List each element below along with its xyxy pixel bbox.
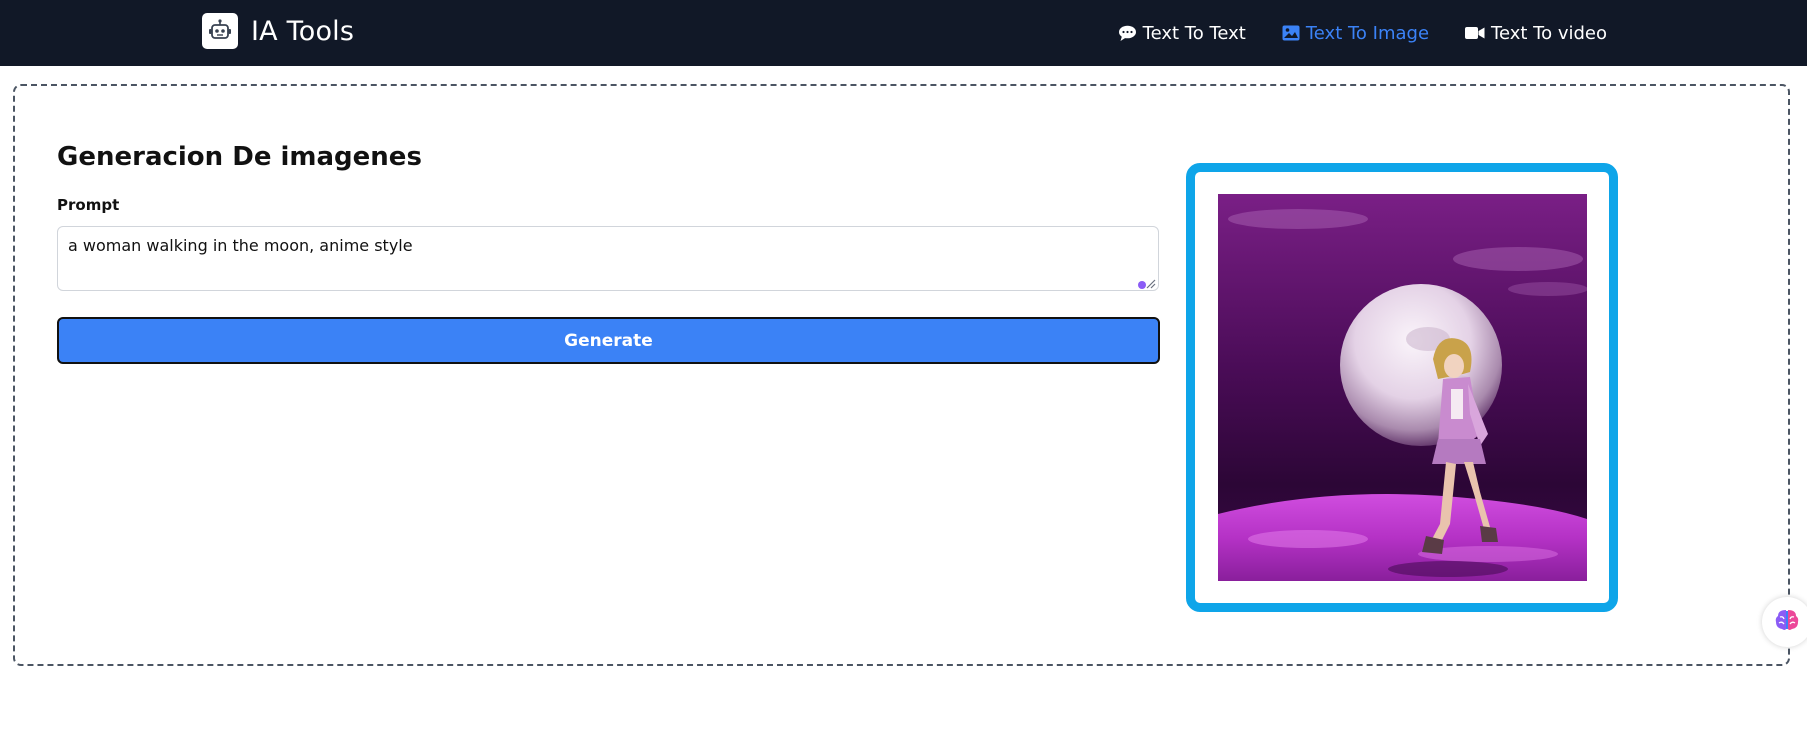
generated-image [1218,194,1587,581]
page-title: Generacion De imagenes [57,142,422,172]
brand-title: IA Tools [251,15,355,47]
brand[interactable]: IA Tools [202,12,354,50]
assistant-fab[interactable] [1762,597,1807,647]
nav-links: Text To Text Text To Image Text To video [1082,0,1607,66]
nav-link-text-to-image[interactable]: Text To Image [1282,23,1429,44]
nav-link-text-to-video[interactable]: Text To video [1465,23,1607,44]
textarea-resize-handle[interactable] [1136,276,1156,290]
nav-link-text-to-text[interactable]: Text To Text [1118,23,1246,44]
comment-icon [1118,25,1137,42]
prompt-label: Prompt [57,196,120,214]
nav-link-label: Text To Text [1142,22,1246,44]
robot-icon [202,13,238,49]
video-icon [1465,26,1485,40]
nav-link-label: Text To video [1491,22,1607,44]
generate-button[interactable]: Generate [57,317,1160,364]
brain-icon [1774,608,1800,637]
prompt-input[interactable]: a woman walking in the moon, anime style [57,226,1159,291]
top-navbar: IA Tools Text To Text Text To Image Text… [0,0,1807,66]
image-icon [1282,25,1300,41]
nav-link-label: Text To Image [1305,22,1430,44]
